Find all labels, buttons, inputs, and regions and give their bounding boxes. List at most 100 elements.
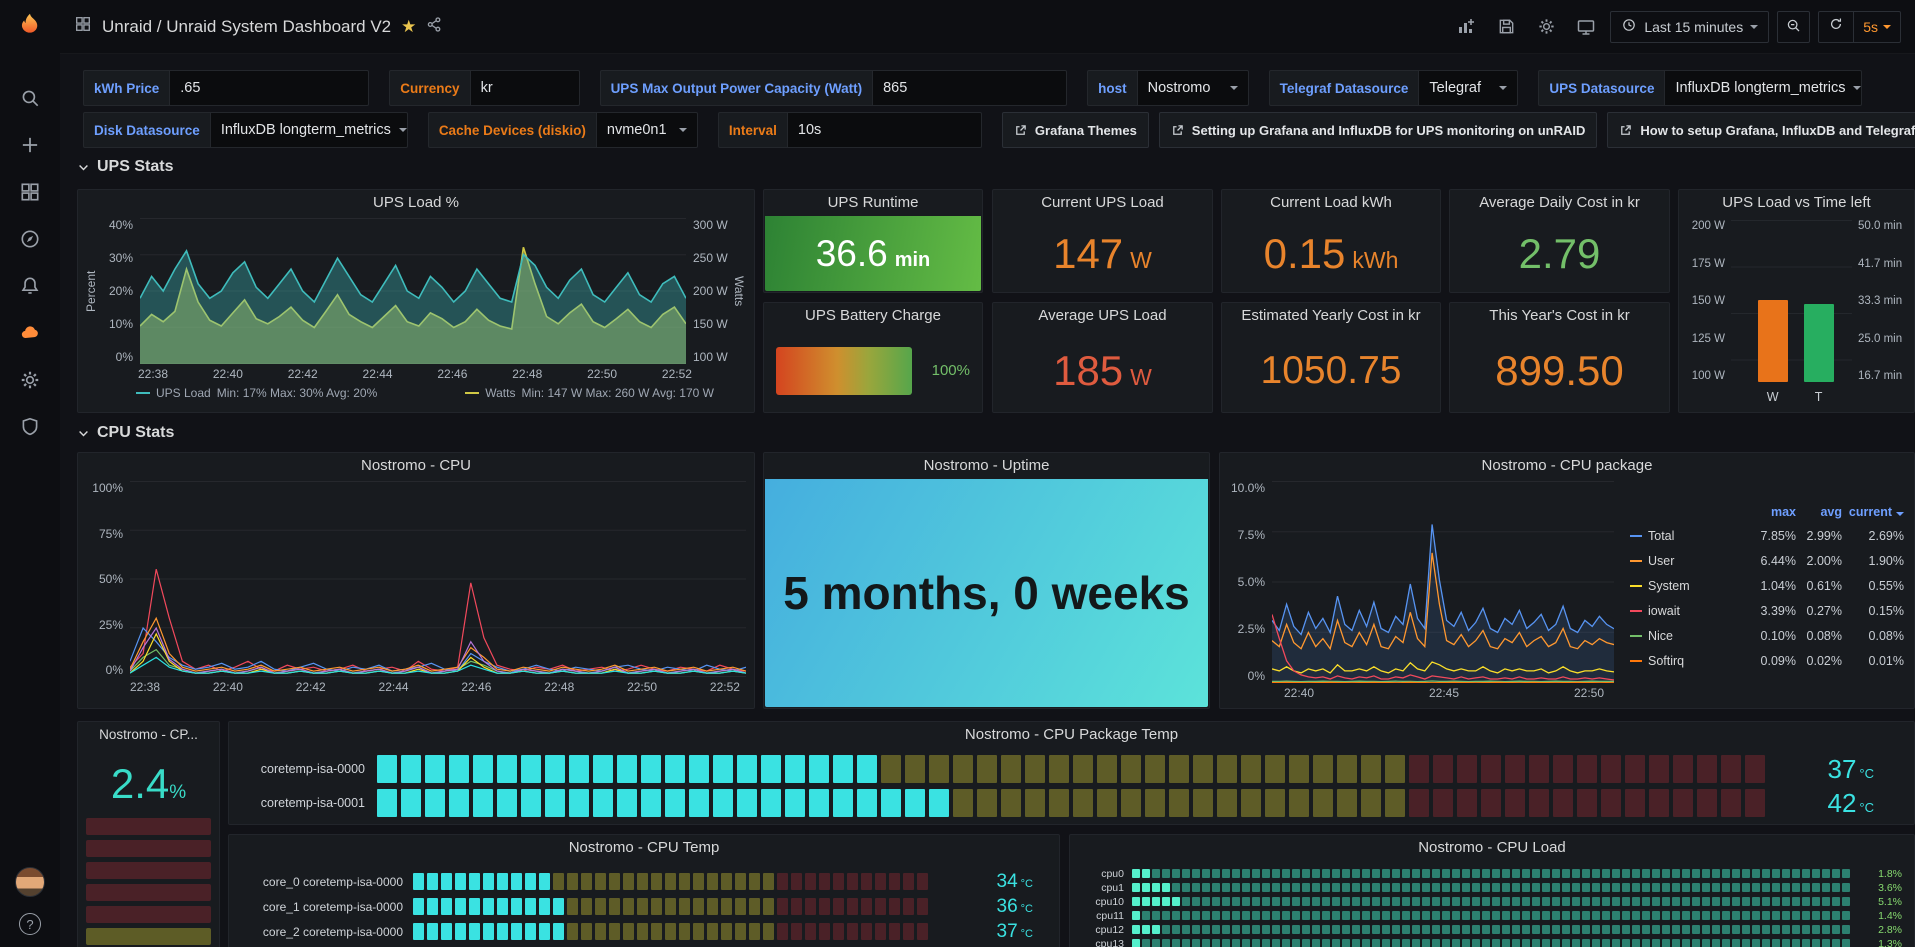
zoom-out-button[interactable] <box>1777 11 1810 43</box>
panel-title[interactable]: Nostromo - CP... <box>78 722 219 748</box>
panel-title[interactable]: Current Load kWh <box>1222 190 1440 216</box>
led-cell <box>427 898 438 915</box>
panel-title[interactable]: Average Daily Cost in kr <box>1450 190 1669 216</box>
favorite-star-icon[interactable]: ★ <box>401 18 416 35</box>
help-icon[interactable]: ? <box>19 913 41 935</box>
led-cell <box>1382 897 1390 906</box>
variable-label: Cache Devices (diskio) <box>428 112 596 148</box>
bar-chart-plot[interactable]: WT <box>1731 220 1852 406</box>
refresh-button[interactable] <box>1819 12 1853 42</box>
variable-select[interactable]: InfluxDB longterm_metrics <box>1664 70 1862 106</box>
variable-select[interactable]: nvme0n1 <box>596 112 698 148</box>
panel-title[interactable]: Average UPS Load <box>993 303 1212 329</box>
legend-current: 0.15% <box>1842 604 1904 618</box>
panel-title[interactable]: Nostromo - CPU Load <box>1070 835 1914 861</box>
led-cell <box>1162 911 1170 920</box>
variable-input[interactable]: kr <box>470 70 580 106</box>
led-cell <box>1169 789 1189 817</box>
legend-header-avg[interactable]: avg <box>1796 505 1842 519</box>
panel-title[interactable]: Nostromo - CPU Temp <box>229 835 1059 861</box>
led-cell <box>1732 883 1740 892</box>
legend-header-current[interactable]: current <box>1842 505 1904 519</box>
dashboards-icon[interactable] <box>18 180 42 204</box>
share-icon[interactable] <box>426 16 443 38</box>
panel-title[interactable]: UPS Load % <box>78 190 754 216</box>
led-cell <box>1332 869 1340 878</box>
dashboard-grid-icon[interactable] <box>74 15 92 38</box>
dashboard-link[interactable]: Grafana Themes <box>1002 112 1149 148</box>
legend-item[interactable]: WattsMin: 147 W Max: 260 W Avg: 170 W <box>465 386 714 400</box>
cloud-icon[interactable] <box>18 321 42 345</box>
led-cell <box>735 898 746 915</box>
dashboard-link[interactable]: Setting up Grafana and InfluxDB for UPS … <box>1159 112 1598 148</box>
gauge-value: 34°C <box>951 871 1047 893</box>
create-plus-icon[interactable] <box>18 133 42 157</box>
led-cell <box>1282 911 1290 920</box>
panel-title[interactable]: Nostromo - Uptime <box>764 453 1209 479</box>
section-cpu-stats[interactable]: CPU Stats <box>77 424 174 442</box>
variable-input[interactable]: .65 <box>169 70 369 106</box>
led-cell <box>1202 897 1210 906</box>
axis-tick: 125 W <box>1685 333 1725 345</box>
section-ups-stats[interactable]: UPS Stats <box>77 158 173 176</box>
search-icon[interactable] <box>18 86 42 110</box>
variable-input[interactable]: 865 <box>872 70 1067 106</box>
tv-cycle-view-icon[interactable] <box>1570 11 1602 43</box>
led-cell <box>1392 883 1400 892</box>
legend-row[interactable]: System1.04%0.61%0.55% <box>1630 573 1904 598</box>
add-panel-icon[interactable] <box>1450 11 1482 43</box>
panel-title[interactable]: Current UPS Load <box>993 190 1212 216</box>
admin-shield-icon[interactable] <box>18 415 42 439</box>
alerting-bell-icon[interactable] <box>18 274 42 298</box>
led-cell <box>1702 883 1710 892</box>
led-cell <box>473 789 493 817</box>
axis-tick: 25% <box>84 618 123 632</box>
panel-title[interactable]: This Year's Cost in kr <box>1450 303 1669 329</box>
panel-title[interactable]: UPS Runtime <box>764 190 982 216</box>
legend-row[interactable]: User6.44%2.00%1.90% <box>1630 548 1904 573</box>
save-dashboard-icon[interactable] <box>1490 11 1522 43</box>
variable-select[interactable]: Telegraf <box>1418 70 1518 106</box>
legend-item[interactable]: UPS LoadMin: 17% Max: 30% Avg: 20% <box>136 386 377 400</box>
panel-title[interactable]: Nostromo - CPU <box>78 453 754 479</box>
led-cell <box>1672 869 1680 878</box>
panel-title[interactable]: Estimated Yearly Cost in kr <box>1222 303 1440 329</box>
refresh-interval-picker[interactable]: 5s <box>1853 12 1900 42</box>
x-tick: 22:46 <box>461 680 491 694</box>
cpu-chart-plot[interactable] <box>130 481 746 677</box>
led-cell <box>511 923 522 940</box>
configuration-gear-icon[interactable] <box>18 368 42 392</box>
dashboard-settings-gear-icon[interactable] <box>1530 11 1562 43</box>
panel-title[interactable]: UPS Load vs Time left <box>1679 190 1914 216</box>
cpu-package-chart-plot[interactable] <box>1272 481 1614 683</box>
led-cell <box>1632 897 1640 906</box>
legend-row[interactable]: Total7.85%2.99%2.69% <box>1630 523 1904 548</box>
ups-load-chart-plot[interactable] <box>140 218 686 364</box>
led-cell <box>1842 911 1850 920</box>
variable-select[interactable]: InfluxDB longterm_metrics <box>210 112 408 148</box>
legend-row[interactable]: Softirq0.09%0.02%0.01% <box>1630 648 1904 673</box>
legend-row[interactable]: iowait3.39%0.27%0.15% <box>1630 598 1904 623</box>
legend-row[interactable]: Nice0.10%0.08%0.08% <box>1630 623 1904 648</box>
legend-header-max[interactable]: max <box>1744 505 1796 519</box>
panel-title[interactable]: Nostromo - CPU Package Temp <box>229 722 1914 748</box>
user-avatar[interactable] <box>15 867 45 897</box>
panel-title[interactable]: UPS Battery Charge <box>764 303 982 329</box>
grafana-logo-icon[interactable] <box>18 12 42 36</box>
variable-select[interactable]: Nostromo <box>1137 70 1249 106</box>
gauge-value: 36°C <box>951 896 1047 918</box>
legend-series-name: Softirq <box>1646 654 1744 668</box>
gauge-label: coretemp-isa-0001 <box>243 796 365 810</box>
led-cell <box>1529 789 1549 817</box>
led-cell <box>1552 897 1560 906</box>
panel-title[interactable]: Nostromo - CPU package <box>1220 453 1914 479</box>
led-cell <box>1337 789 1357 817</box>
explore-compass-icon[interactable] <box>18 227 42 251</box>
led-cell <box>1252 939 1260 947</box>
led-cell <box>1673 755 1693 783</box>
dashboard-link[interactable]: How to setup Grafana, InfluxDB and Teleg… <box>1607 112 1915 148</box>
dashboard-title[interactable]: Unraid / Unraid System Dashboard V2 <box>102 17 391 37</box>
variable-input[interactable]: 10s <box>787 112 982 148</box>
dashboard-links: Grafana Themes Setting up Grafana and Inf… <box>1002 112 1915 148</box>
time-range-picker[interactable]: Last 15 minutes <box>1610 11 1769 43</box>
